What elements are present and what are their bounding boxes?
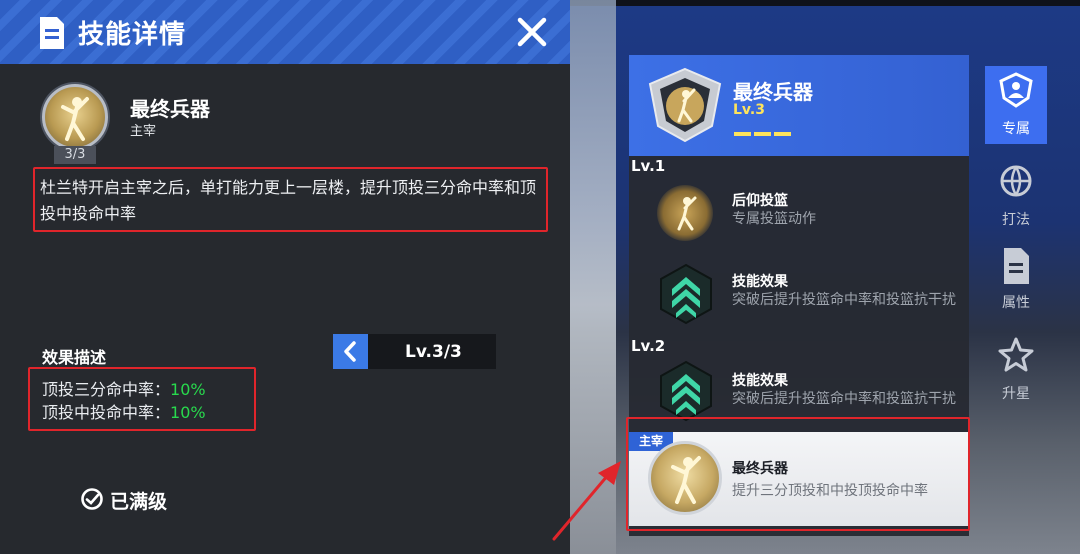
tab-playstyle[interactable]: 打法 bbox=[985, 157, 1047, 235]
max-level-status: 已满级 bbox=[110, 491, 168, 513]
skill-detail-panel: 技能详情 3/3 最终兵器 主宰 杜兰特开启主宰之后，单打能力更上一层楼，提升顶… bbox=[0, 0, 570, 554]
panel-header: 技能详情 bbox=[0, 0, 570, 64]
effect-highlight-box bbox=[28, 367, 256, 431]
skill-level-count: 3/3 bbox=[54, 146, 96, 164]
star-icon bbox=[998, 337, 1034, 372]
skill-shield-icon bbox=[648, 67, 722, 143]
prev-level-button[interactable] bbox=[333, 334, 368, 369]
tree-group-label: Lv.1 bbox=[631, 157, 666, 175]
level-progress-bars bbox=[734, 121, 794, 136]
fadeaway-shot-icon[interactable] bbox=[657, 185, 713, 241]
close-icon[interactable] bbox=[514, 14, 550, 50]
chevron-up-boost-icon[interactable] bbox=[658, 263, 714, 325]
exclusive-icon bbox=[999, 72, 1033, 108]
node-name: 技能效果 bbox=[732, 373, 788, 389]
chevron-up-boost-icon[interactable] bbox=[658, 360, 714, 422]
level-bar bbox=[734, 132, 751, 136]
node-desc: 突破后提升投篮命中率和投篮抗干扰 bbox=[732, 391, 956, 407]
basketball-icon bbox=[1000, 165, 1032, 197]
node-desc: 专属投篮动作 bbox=[732, 211, 816, 227]
tab-label: 专属 bbox=[1002, 121, 1030, 137]
final-skill-highlight-box bbox=[626, 417, 970, 531]
chevron-left-icon bbox=[344, 341, 356, 362]
node-desc: 突破后提升投篮命中率和投篮抗干扰 bbox=[732, 292, 956, 308]
tab-label: 打法 bbox=[1002, 212, 1030, 228]
skill-tree-level: Lv.3 bbox=[733, 102, 765, 118]
level-bar bbox=[774, 132, 791, 136]
tab-exclusive[interactable]: 专属 bbox=[985, 66, 1047, 144]
attribute-doc-icon bbox=[1004, 248, 1029, 284]
document-icon bbox=[40, 17, 64, 49]
tree-group-label: Lv.2 bbox=[631, 337, 666, 355]
tab-label: 属性 bbox=[1002, 295, 1030, 311]
skill-type: 主宰 bbox=[130, 124, 157, 139]
level-selector: Lv.3/3 bbox=[333, 334, 496, 369]
node-name: 后仰投篮 bbox=[732, 193, 788, 209]
tab-label: 升星 bbox=[1002, 386, 1030, 402]
pointer-arrow-icon bbox=[552, 461, 621, 541]
right-sidebar: 专属 打法 属性 升星 bbox=[985, 0, 1080, 554]
node-name: 技能效果 bbox=[732, 274, 788, 290]
panel-title: 技能详情 bbox=[78, 20, 187, 50]
tab-star-up[interactable]: 升星 bbox=[985, 331, 1047, 409]
skill-emblem-icon bbox=[42, 84, 108, 150]
level-selector-value: Lv.3/3 bbox=[405, 342, 462, 362]
skill-tree-title: 最终兵器 bbox=[733, 80, 813, 104]
tab-attributes[interactable]: 属性 bbox=[985, 240, 1047, 318]
effect-title: 效果描述 bbox=[42, 348, 107, 367]
description-highlight-box bbox=[33, 167, 548, 232]
skill-name: 最终兵器 bbox=[130, 97, 210, 121]
check-circle-icon bbox=[81, 488, 103, 510]
level-bar bbox=[754, 132, 771, 136]
